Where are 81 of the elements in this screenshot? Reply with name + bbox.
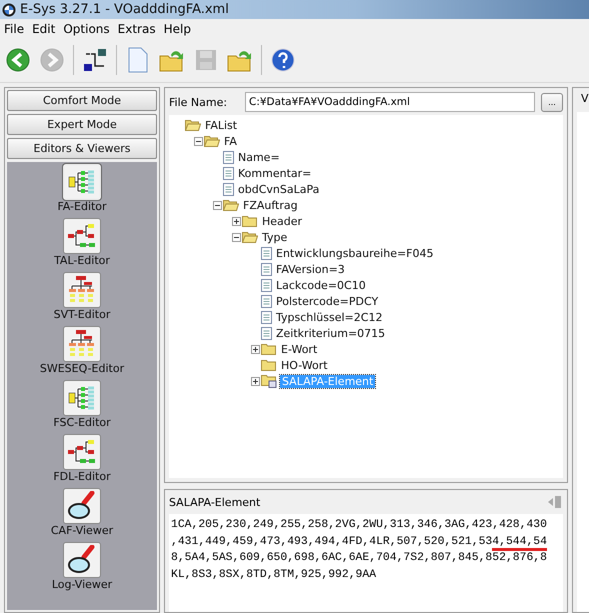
tree-item[interactable]: Kommentar= bbox=[236, 166, 314, 180]
tree-item[interactable]: FAList bbox=[203, 118, 240, 132]
mode-button[interactable]: Comfort Mode bbox=[7, 90, 157, 111]
expand-toggle[interactable] bbox=[232, 216, 241, 226]
window-title: E-Sys 3.27.1 - VOadddingFA.xml bbox=[20, 2, 229, 17]
expand-toggle[interactable] bbox=[251, 344, 260, 354]
tree-item[interactable]: Lackcode=0C10 bbox=[274, 278, 368, 292]
tree-item[interactable]: Typschlüssel=2C12 bbox=[274, 310, 384, 324]
editor-label: SVT-Editor bbox=[54, 308, 110, 323]
hierarchy-diagram-icon bbox=[67, 275, 97, 305]
detail-title: SALAPA-Element bbox=[169, 496, 260, 508]
editor-label: FSC-Editor bbox=[53, 416, 111, 431]
menu-item[interactable]: Help bbox=[160, 22, 195, 36]
tree-item[interactable]: FA bbox=[222, 134, 239, 148]
collapse-toggle[interactable] bbox=[213, 200, 222, 210]
document-icon bbox=[223, 150, 234, 164]
editor-label: CAF-Viewer bbox=[50, 524, 114, 539]
file-name-field[interactable]: C:¥Data¥FA¥VOadddingFA.xml bbox=[245, 92, 535, 112]
editor-label: SWESEQ-Editor bbox=[40, 362, 124, 377]
magnifier-icon bbox=[66, 491, 97, 521]
editor-button[interactable] bbox=[62, 434, 101, 470]
document-icon bbox=[261, 310, 272, 324]
connection-icon bbox=[83, 48, 107, 72]
collapse-toggle[interactable] bbox=[194, 136, 203, 146]
tree-item[interactable]: FZAuftrag bbox=[241, 198, 300, 212]
panel-title: V bbox=[580, 91, 589, 107]
document-icon bbox=[261, 326, 272, 340]
menu-item[interactable]: Edit bbox=[28, 22, 60, 36]
editor-button[interactable] bbox=[62, 218, 101, 254]
document-icon bbox=[223, 166, 234, 180]
document-icon bbox=[261, 294, 272, 308]
folder-document-icon bbox=[261, 374, 278, 388]
help-icon bbox=[271, 48, 295, 72]
menu-item[interactable]: File bbox=[0, 22, 28, 36]
tree-item[interactable]: Zeitkriterium=0715 bbox=[274, 326, 388, 340]
folder-icon bbox=[261, 343, 277, 355]
tree-item[interactable]: E-Wort bbox=[279, 342, 320, 356]
expand-toggle[interactable] bbox=[251, 376, 260, 386]
editor-button[interactable] bbox=[63, 542, 101, 578]
tree-item[interactable]: obdCvnSaLaPa bbox=[236, 182, 322, 196]
menu-item[interactable]: Options bbox=[59, 22, 114, 36]
document-icon bbox=[261, 278, 272, 292]
editor-label: Log-Viewer bbox=[52, 578, 112, 593]
open-folder-icon bbox=[242, 231, 258, 243]
tree-item[interactable]: Name= bbox=[236, 150, 282, 164]
editor-button[interactable] bbox=[62, 380, 101, 416]
editor-button[interactable] bbox=[62, 488, 101, 524]
tree-item[interactable]: Entwicklungsbaureihe=F045 bbox=[274, 246, 436, 260]
mode-button[interactable]: Editors & Viewers bbox=[7, 138, 157, 159]
app-logo-icon bbox=[2, 2, 16, 16]
menu-item[interactable]: Extras bbox=[114, 22, 160, 36]
tree-item[interactable]: FAVersion=3 bbox=[274, 262, 347, 276]
tree-item[interactable]: Header bbox=[260, 214, 304, 228]
editor-label: TAL-Editor bbox=[54, 254, 110, 269]
editor-label: FA-Editor bbox=[57, 200, 107, 215]
open-folder-icon bbox=[185, 119, 201, 131]
code-list-text: 1CA,205,230,249,255,258,2VG,2WU,313,346,3AG,423,428,430 bbox=[171, 519, 547, 531]
code-list-text: ,431,449,459,473,493,494,4FD,4LR,507,520,521,53 bbox=[171, 536, 492, 548]
document-icon bbox=[261, 246, 272, 260]
open-folder-icon bbox=[204, 135, 220, 147]
folder-icon bbox=[261, 359, 277, 371]
editor-label: FDL-Editor bbox=[53, 470, 111, 485]
editor-button[interactable] bbox=[63, 272, 101, 308]
folder-icon bbox=[242, 215, 258, 227]
collapse-toggle[interactable] bbox=[232, 232, 241, 242]
mode-button[interactable]: Expert Mode bbox=[7, 114, 157, 135]
hierarchy-diagram-icon bbox=[66, 329, 97, 359]
new-document-icon bbox=[127, 47, 149, 73]
tree-item[interactable]: HO-Wort bbox=[279, 358, 330, 372]
code-list-text: 8,5A4,5AS,609,650,698,6AC,6AE,704,7S2,807,845,852,876,8 bbox=[171, 552, 547, 564]
magnifier-icon bbox=[67, 545, 97, 575]
editor-button[interactable] bbox=[62, 326, 101, 362]
open-folder-icon bbox=[223, 199, 239, 211]
document-icon bbox=[223, 182, 234, 196]
file-name-label: File Name: bbox=[169, 96, 228, 108]
underlined-text: 4,544,54 bbox=[492, 536, 547, 550]
document-icon bbox=[261, 262, 272, 276]
tree-item[interactable]: Polstercode=PDCY bbox=[274, 294, 380, 308]
browse-button[interactable]: ... bbox=[541, 92, 563, 112]
code-list-text: KL,8S3,8SX,8TD,8TM,925,992,9AA bbox=[171, 568, 376, 580]
tree-item[interactable]: Type bbox=[260, 230, 290, 244]
